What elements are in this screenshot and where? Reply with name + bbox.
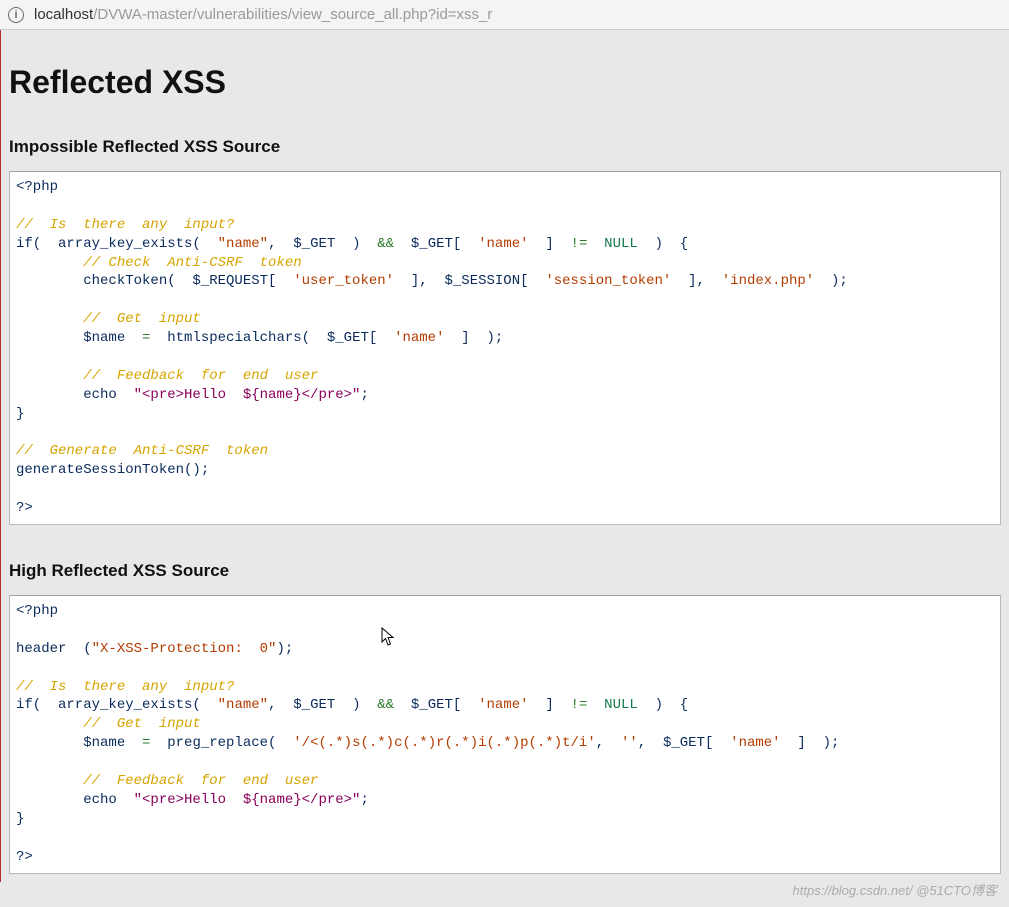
- url-path: /DVWA-master/vulnerabilities/view_source…: [93, 6, 492, 23]
- url-host: localhost: [34, 6, 93, 23]
- section-heading-high: High Reflected XSS Source: [9, 561, 1001, 581]
- address-bar[interactable]: i localhost/DVWA-master/vulnerabilities/…: [0, 0, 1009, 30]
- code-block-impossible: <?php // Is there any input? if( array_k…: [9, 171, 1001, 525]
- code-block-high: <?php header ("X-XSS-Protection: 0"); //…: [9, 595, 1001, 873]
- section-heading-impossible: Impossible Reflected XSS Source: [9, 137, 1001, 157]
- page-title: Reflected XSS: [9, 64, 1001, 101]
- watermark: https://blog.csdn.net/ @51CTO博客: [793, 880, 997, 899]
- info-icon: i: [8, 7, 24, 23]
- page-content: Reflected XSS Impossible Reflected XSS S…: [0, 30, 1009, 882]
